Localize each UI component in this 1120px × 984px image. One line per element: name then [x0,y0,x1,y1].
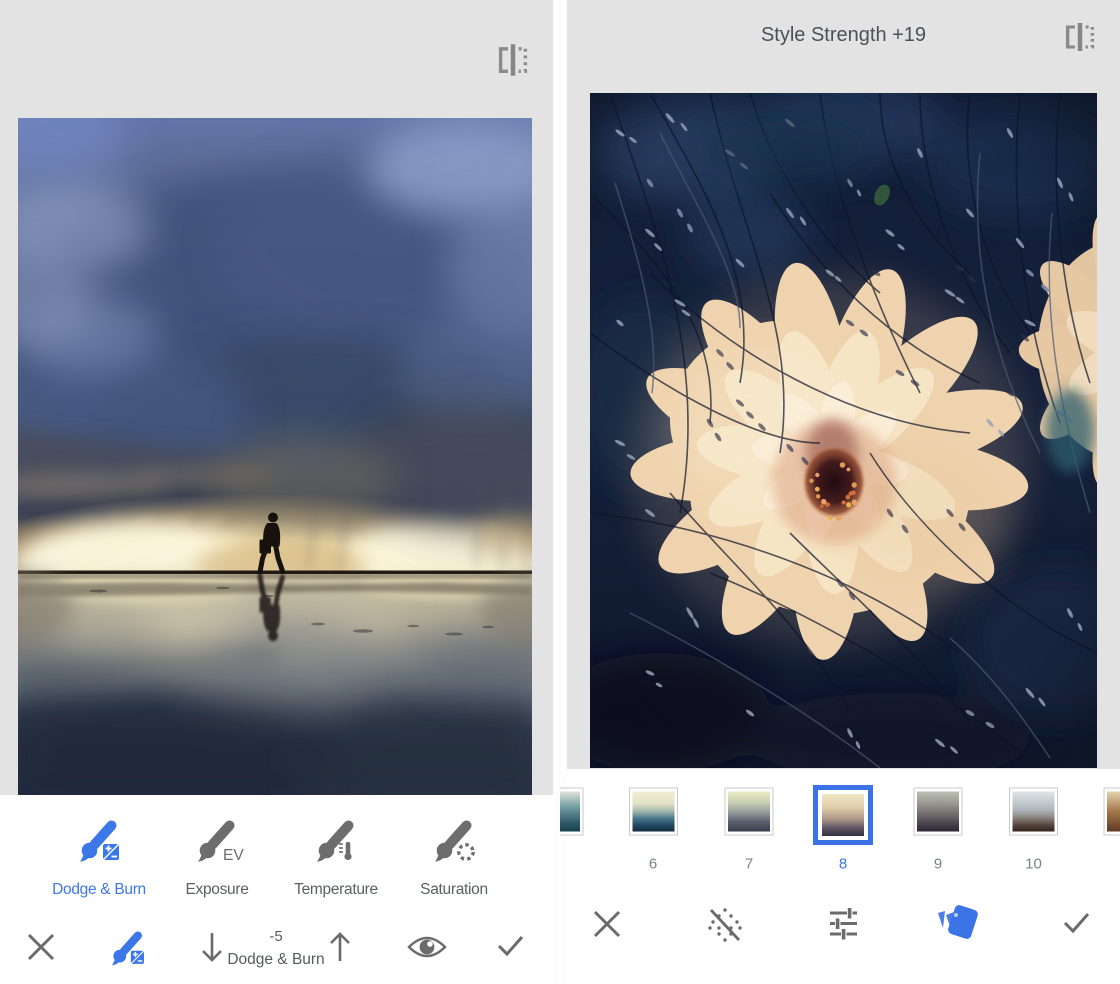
svg-text:Dodge & Burn: Dodge & Burn [52,881,146,898]
svg-text:Temperature: Temperature [294,881,378,898]
svg-text:EV: EV [223,847,244,864]
svg-text:7: 7 [745,856,753,873]
svg-text:9: 9 [934,856,942,873]
svg-text:-5: -5 [269,928,282,945]
svg-text:Saturation: Saturation [420,881,488,898]
svg-text:Exposure: Exposure [185,881,248,898]
svg-text:10: 10 [1025,856,1042,873]
svg-text:6: 6 [649,856,657,873]
svg-text:8: 8 [839,856,847,873]
svg-text:Dodge & Burn: Dodge & Burn [227,951,324,968]
